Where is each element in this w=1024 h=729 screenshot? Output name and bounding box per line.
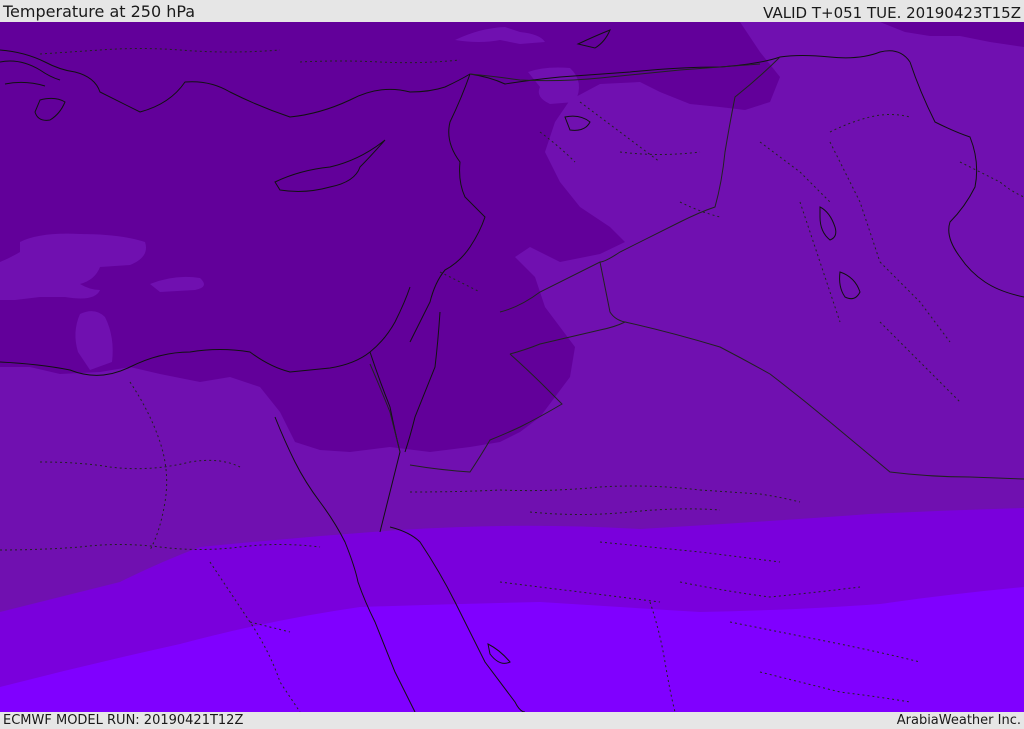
valid-time-label: VALID T+051 TUE. 20190423T15Z bbox=[763, 4, 1021, 22]
map-title: Temperature at 250 hPa bbox=[3, 2, 196, 21]
credit-label: ArabiaWeather Inc. bbox=[896, 713, 1021, 728]
map-canvas bbox=[0, 22, 1024, 712]
weather-map[interactable] bbox=[0, 22, 1024, 712]
map-header: Temperature at 250 hPa VALID T+051 TUE. … bbox=[0, 0, 1024, 22]
model-run-label: ECMWF MODEL RUN: 20190421T12Z bbox=[3, 713, 244, 728]
map-footer: ECMWF MODEL RUN: 20190421T12Z ArabiaWeat… bbox=[0, 712, 1024, 729]
